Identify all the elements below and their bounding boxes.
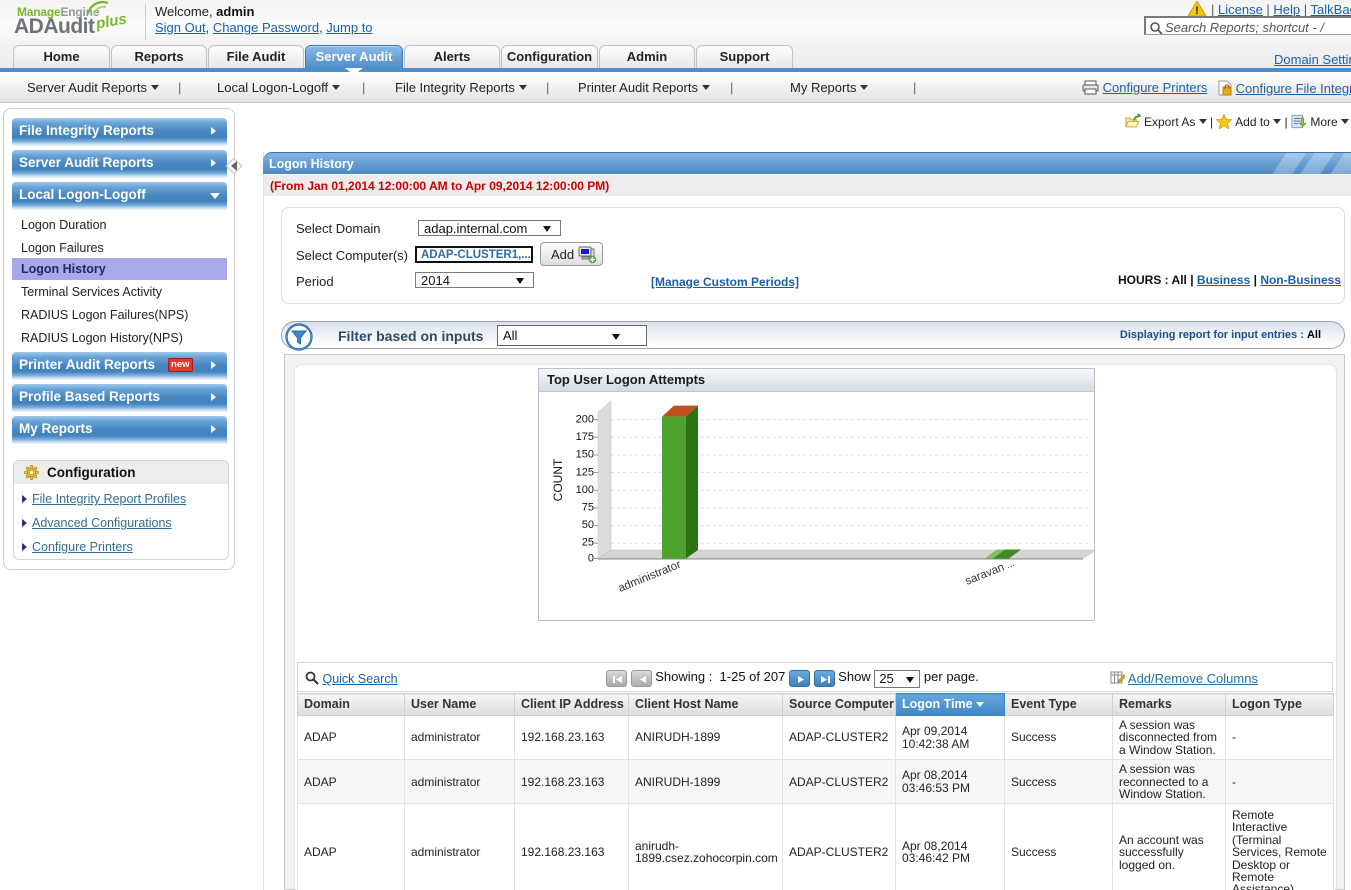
svg-text:25: 25: [582, 537, 594, 549]
svg-text:175: 175: [576, 431, 594, 443]
svg-text:150: 150: [576, 449, 594, 461]
svg-text:125: 125: [576, 467, 594, 479]
svg-text:75: 75: [582, 502, 594, 514]
svg-text:!: !: [1195, 5, 1199, 16]
svg-text:0: 0: [588, 553, 594, 565]
svg-text:100: 100: [576, 484, 594, 496]
svg-text:200: 200: [576, 414, 594, 426]
svg-text:saravan ...: saravan ...: [964, 557, 1017, 588]
svg-text:COUNT: COUNT: [551, 458, 565, 501]
svg-text:administrator: administrator: [617, 559, 683, 595]
svg-text:50: 50: [582, 519, 594, 531]
